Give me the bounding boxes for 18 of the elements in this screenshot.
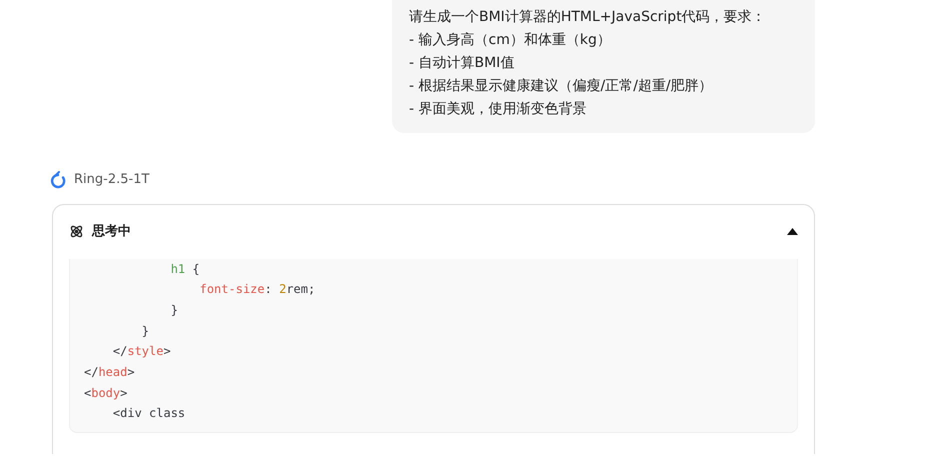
atom-icon	[69, 224, 84, 239]
code-line: h1 {	[170, 260, 200, 278]
message-text: - 界面美观，使用渐变色背景	[409, 100, 588, 119]
code-line: }	[170, 302, 178, 319]
collapse-toggle[interactable]	[787, 228, 798, 235]
message-text: - 输入身高（cm）和体重（kg）	[409, 31, 612, 50]
code-line: }	[140, 322, 150, 340]
code-line: font-size: 2 rem;	[198, 281, 316, 298]
message-text: - 自动计算BMI值	[409, 54, 516, 73]
model-name: Ring-2.5-1T	[74, 171, 150, 189]
message-text: - 根据结果显示健康建议（偏瘦/正常/超重/肥胖）	[409, 77, 714, 96]
thinking-label: 思考中	[92, 222, 131, 241]
code-line: </style>	[112, 343, 171, 360]
code-line: </head>	[84, 364, 135, 382]
code-line: <body>	[84, 384, 128, 402]
model-logo-icon	[50, 170, 66, 189]
message-text: 请生成一个BMI计算器的HTML+JavaScript代码，要求：	[409, 8, 767, 27]
code-line: <div class	[112, 405, 186, 422]
